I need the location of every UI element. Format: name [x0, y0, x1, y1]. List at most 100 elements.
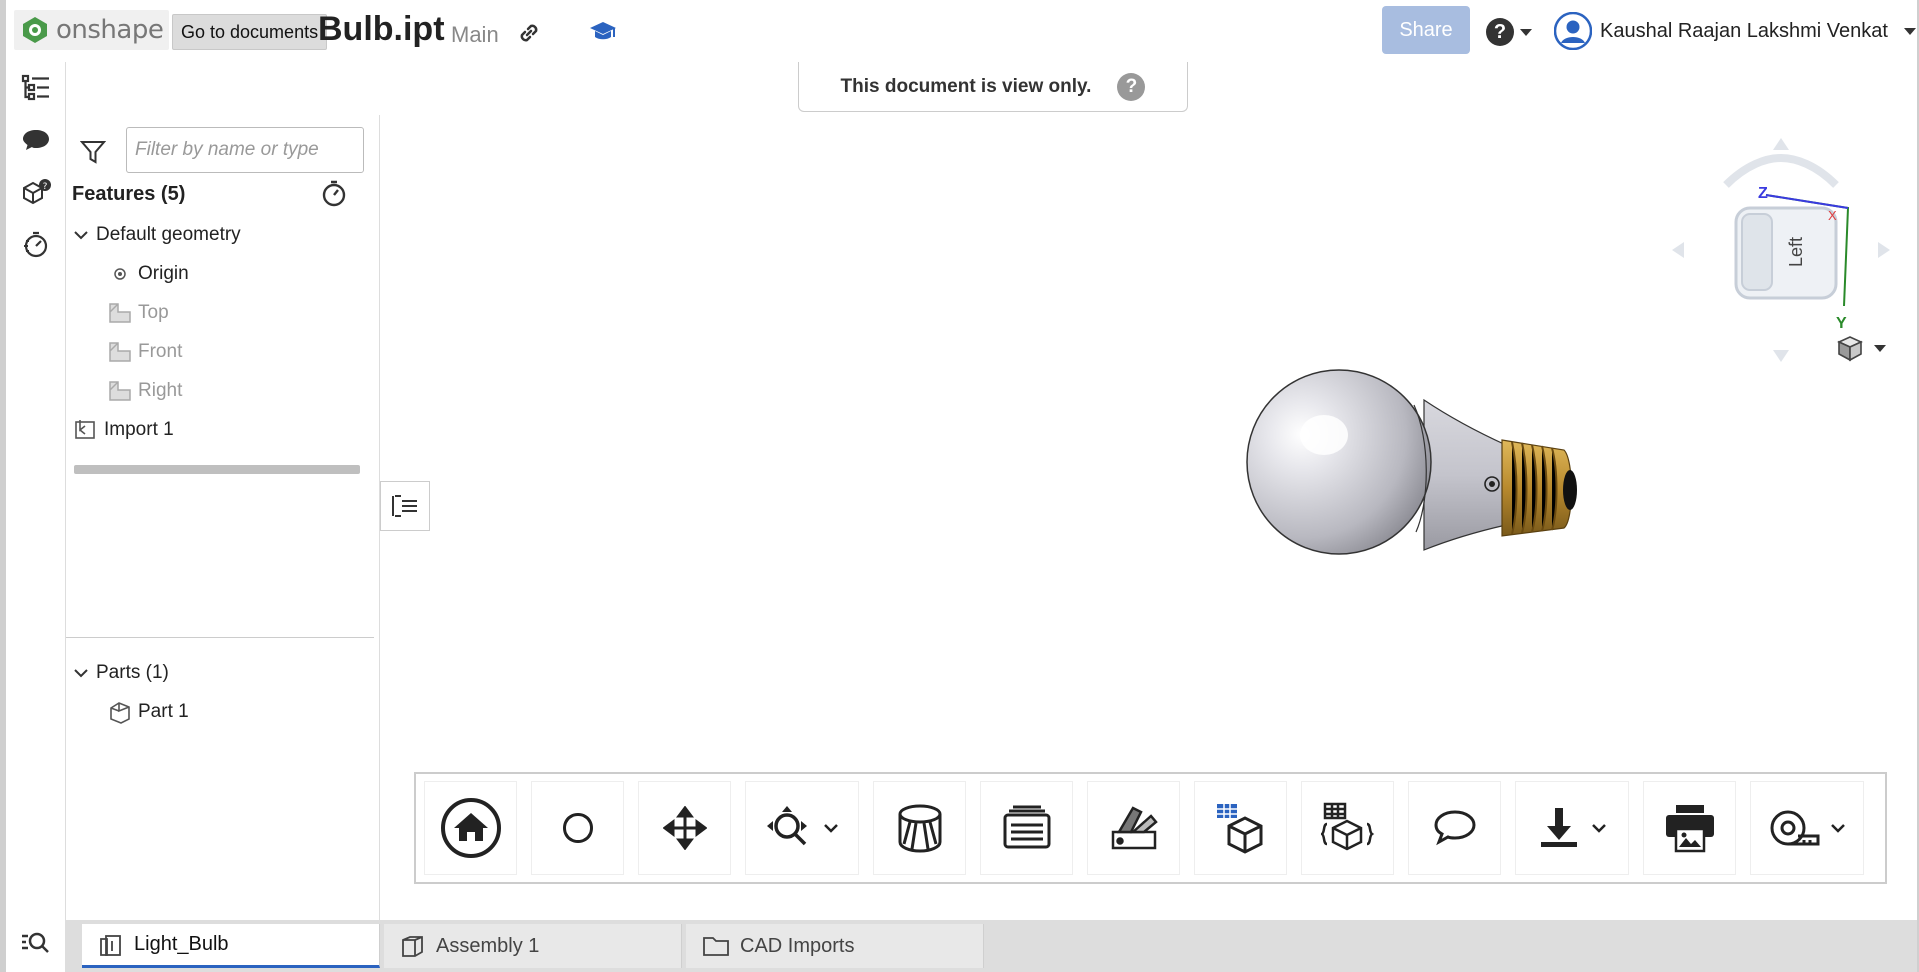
- zoom-button[interactable]: [745, 781, 859, 875]
- filter-row: [66, 127, 366, 173]
- tab-assembly[interactable]: Assembly 1: [384, 924, 682, 968]
- onshape-logo[interactable]: onshape: [14, 10, 170, 50]
- onshape-logo-icon: [23, 17, 47, 43]
- print-button[interactable]: [1643, 781, 1736, 875]
- axis-z-label: Z: [1758, 185, 1768, 202]
- plane-front-node[interactable]: Front: [108, 334, 182, 370]
- logo-text: onshape: [56, 15, 164, 45]
- comment-button[interactable]: [1408, 781, 1501, 875]
- import-icon: [74, 418, 98, 442]
- light-bulb-model[interactable]: [1234, 360, 1594, 575]
- view-toolbar: [414, 772, 1887, 884]
- tab-label: Light_Bulb: [134, 933, 229, 955]
- chevron-down-icon: [1831, 824, 1845, 833]
- rollback-timer-icon[interactable]: [20, 228, 52, 260]
- workspace-name[interactable]: Main: [451, 22, 499, 48]
- help-icon: ?: [1486, 18, 1514, 46]
- learning-center-icon[interactable]: [589, 18, 617, 49]
- display-states-icon: [1003, 805, 1050, 849]
- go-to-documents-tooltip: Go to documents: [172, 14, 328, 50]
- tab-bar: Light_Bulb Assembly 1 CAD Imports: [66, 920, 1917, 972]
- plane-right-node[interactable]: Right: [108, 373, 182, 409]
- chevron-down-icon: [1592, 824, 1606, 833]
- print-icon: [1665, 805, 1714, 853]
- comments-icon[interactable]: [20, 124, 52, 156]
- filter-icon[interactable]: [79, 139, 107, 170]
- part-label: Part 1: [138, 701, 189, 722]
- origin-node[interactable]: Origin: [108, 256, 189, 292]
- home-button[interactable]: [424, 781, 517, 875]
- stopwatch-icon[interactable]: [320, 179, 348, 212]
- user-menu[interactable]: Kaushal Raajan Lakshmi Venkat: [1554, 12, 1919, 50]
- export-button[interactable]: [1515, 781, 1629, 875]
- document-title[interactable]: Bulb.ipt: [318, 10, 445, 49]
- appearance-icon: [1111, 806, 1158, 850]
- parts-help-icon[interactable]: ?: [20, 176, 52, 208]
- tab-label: CAD Imports: [740, 934, 855, 957]
- tab-light-bulb[interactable]: Light_Bulb: [82, 924, 380, 968]
- zoom-icon: [767, 806, 807, 846]
- plane-front-label: Front: [138, 341, 183, 362]
- parts-node[interactable]: Parts (1): [74, 655, 169, 691]
- appearance-button[interactable]: [1087, 781, 1180, 875]
- features-header: Features (5): [72, 183, 186, 205]
- plane-top-label: Top: [138, 302, 169, 323]
- rotate-right-arrow-icon: [1878, 242, 1890, 258]
- pan-icon: [662, 806, 707, 850]
- feature-list-icon[interactable]: [20, 72, 52, 104]
- chevron-down-icon: [74, 669, 88, 678]
- chevron-down-icon: [74, 231, 88, 240]
- rotate-button[interactable]: [531, 781, 624, 875]
- default-geometry-node[interactable]: Default geometry: [74, 217, 241, 253]
- rotate-left-arrow-icon: [1672, 242, 1684, 258]
- feature-panel: Features (5) Default geometry Origin Top…: [66, 115, 380, 920]
- share-button[interactable]: Share: [1382, 6, 1470, 54]
- comment-icon: [1433, 810, 1476, 846]
- link-icon[interactable]: [516, 20, 542, 51]
- rotate-icon: [562, 813, 593, 843]
- section-view-button[interactable]: [873, 781, 966, 875]
- view-cube-face-label: Left: [1786, 237, 1806, 267]
- filter-input[interactable]: [126, 127, 364, 173]
- part-studio-icon: [100, 934, 121, 956]
- user-chevron-down-icon[interactable]: [1904, 28, 1916, 35]
- section-view-icon: [898, 804, 941, 853]
- bom-icon: [1216, 804, 1262, 854]
- axis-x-label: X: [1828, 208, 1837, 223]
- user-name: Kaushal Raajan Lakshmi Venkat: [1600, 19, 1888, 42]
- assembly-icon: [402, 936, 423, 957]
- help-icon[interactable]: ?: [1117, 72, 1146, 101]
- origin-icon: [108, 262, 132, 286]
- plane-icon: [108, 379, 132, 403]
- folder-icon: [703, 937, 729, 956]
- search-tabs-icon[interactable]: [20, 930, 50, 961]
- display-states-button[interactable]: [980, 781, 1073, 875]
- measure-button[interactable]: [1750, 781, 1864, 875]
- tab-cad-imports[interactable]: CAD Imports: [686, 924, 984, 968]
- plane-icon: [108, 301, 132, 325]
- svg-text:?: ?: [43, 182, 48, 192]
- tab-label: Assembly 1: [436, 934, 540, 957]
- properties-icon: [1320, 802, 1374, 851]
- axis-y-label: Y: [1836, 315, 1847, 332]
- chevron-down-icon: [1874, 344, 1886, 352]
- chevron-down-icon: [1520, 28, 1532, 36]
- bom-button[interactable]: [1194, 781, 1287, 875]
- plane-icon: [108, 340, 132, 364]
- panel-divider[interactable]: [66, 637, 374, 638]
- pan-button[interactable]: [638, 781, 731, 875]
- view-only-text: This document is view only.: [840, 75, 1092, 97]
- properties-button[interactable]: [1301, 781, 1394, 875]
- import-node[interactable]: Import 1: [74, 412, 174, 448]
- default-geometry-label: Default geometry: [96, 224, 241, 245]
- view-options-menu[interactable]: [1836, 334, 1886, 362]
- parts-header: Parts (1): [96, 662, 169, 683]
- help-menu[interactable]: ?: [1486, 18, 1532, 46]
- top-bar: onshape Go to documents Bulb.ipt Main Sh…: [6, 0, 1917, 62]
- export-icon: [1541, 808, 1577, 847]
- rollback-bar[interactable]: [74, 465, 360, 474]
- plane-top-node[interactable]: Top: [108, 295, 169, 331]
- part-node[interactable]: Part 1: [108, 694, 189, 730]
- onshape-app: onshape Go to documents Bulb.ipt Main Sh…: [0, 0, 1919, 972]
- collapse-panel-button[interactable]: [380, 481, 430, 531]
